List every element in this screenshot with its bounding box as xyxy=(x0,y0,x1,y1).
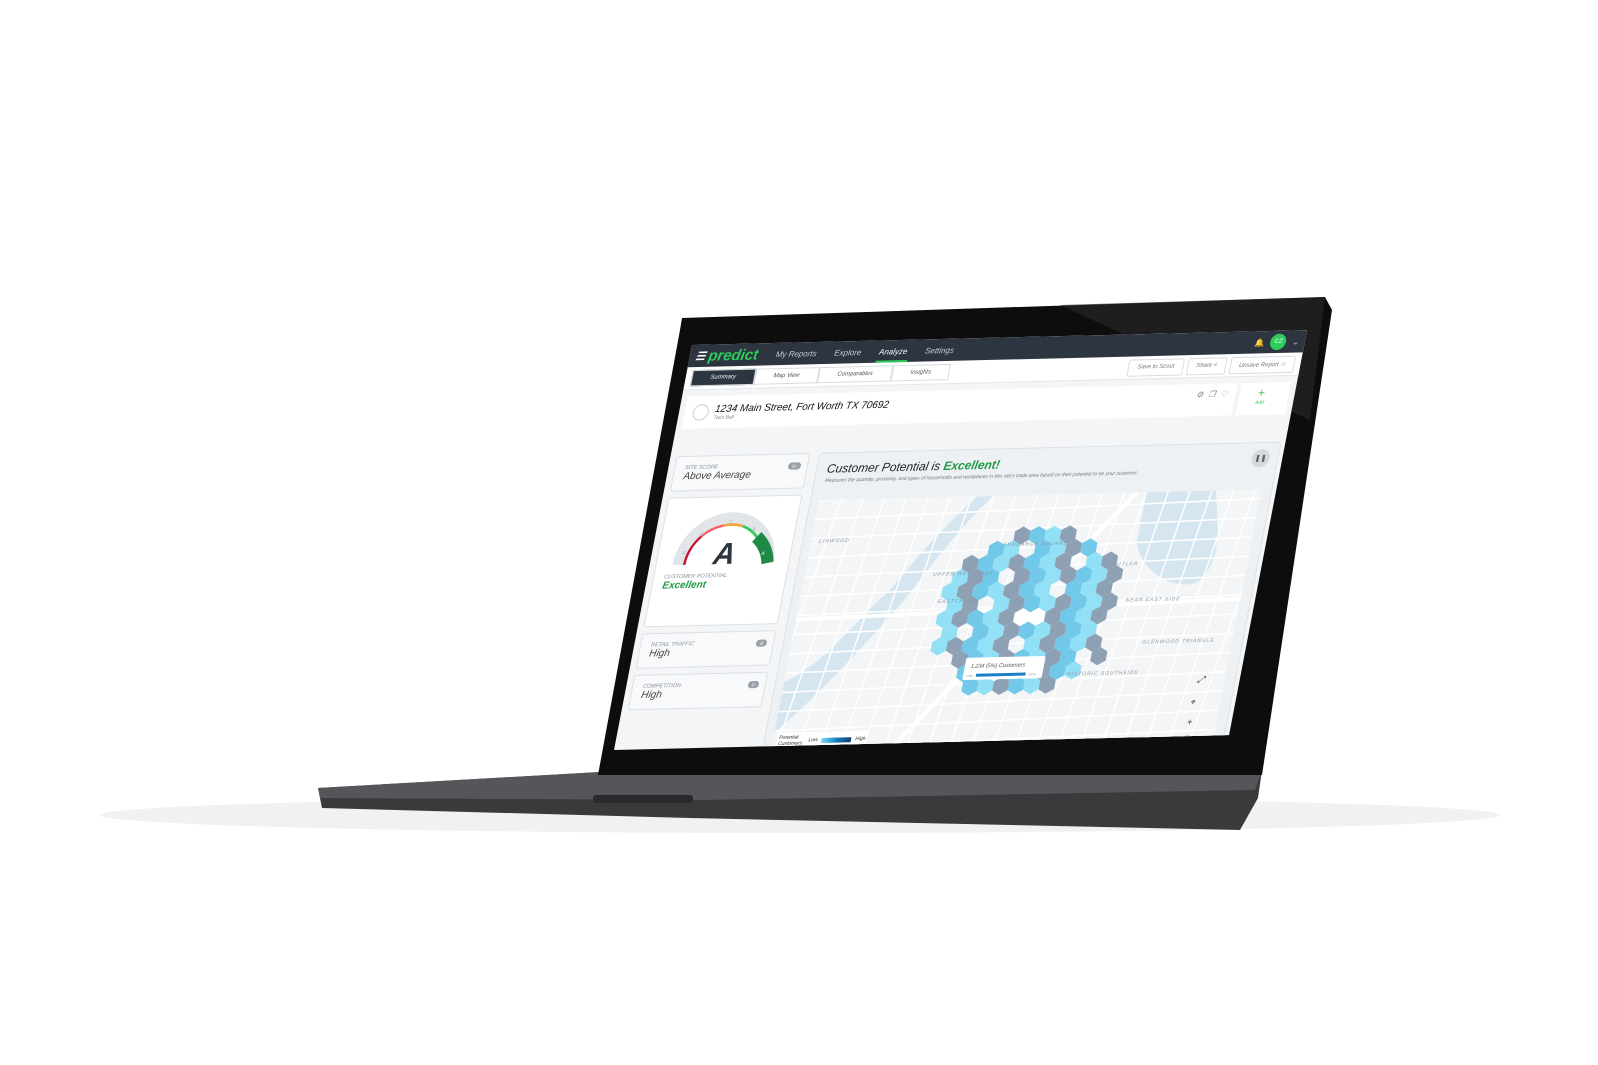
logo-text: predict xyxy=(706,345,760,365)
grade-badge: D xyxy=(747,680,760,689)
tab-map-view[interactable]: Map View xyxy=(753,367,820,385)
logo[interactable]: ☰ predict xyxy=(694,346,760,365)
save-to-scout-button[interactable]: Save to Scout xyxy=(1126,357,1185,377)
grade-gauge: F D C B A A xyxy=(672,512,775,571)
avatar[interactable]: CZ xyxy=(1268,333,1288,351)
nav-explore[interactable]: Explore xyxy=(834,347,863,357)
road xyxy=(774,709,1220,732)
grade-badge: B+ xyxy=(787,462,802,470)
address-bar: 1234 Main Street, Fort Worth TX 70692 Tac… xyxy=(681,381,1292,429)
tab-summary[interactable]: Summary xyxy=(689,368,757,387)
card-value: High xyxy=(640,689,663,701)
unsave-report-button[interactable]: Unsave Report ☆ xyxy=(1228,355,1297,374)
competition-card[interactable]: COMPETITION High D xyxy=(627,671,769,711)
locate-icon[interactable]: ⌖ xyxy=(1189,697,1197,707)
chevron-down-icon[interactable]: ⌄ xyxy=(1291,337,1299,346)
select-circle[interactable] xyxy=(691,404,711,421)
card-value: Above Average xyxy=(682,469,752,483)
map-area-label: GLENWOOD TRIANGLE xyxy=(1142,638,1216,646)
fullscreen-icon[interactable]: ⤢ xyxy=(1196,674,1207,684)
add-button[interactable]: + Add xyxy=(1230,382,1286,419)
menu-icon[interactable]: ☰ xyxy=(695,349,707,362)
nav-analyze[interactable]: Analyze xyxy=(878,346,908,356)
customer-potential-panel: Customer Potential is Excellent! Measure… xyxy=(729,441,1282,750)
heart-icon[interactable]: ♡ xyxy=(1220,389,1229,398)
map[interactable]: LINWOOD SUNDANCE SQUARE UPPER WEST SIDE BUT… xyxy=(729,478,1279,750)
map-area-label: BUTLER xyxy=(1112,561,1139,568)
bell-icon[interactable]: 🔔 xyxy=(1254,338,1266,347)
app-screen: ☰ predict My Reports Explore Analyze Sett… xyxy=(614,330,1308,750)
nav-settings[interactable]: Settings xyxy=(924,345,954,355)
grade-letter: A xyxy=(710,538,739,570)
map-area-label: EASTCHASE xyxy=(937,598,977,605)
tab-insights[interactable]: Insights xyxy=(889,363,952,382)
card-value: Excellent xyxy=(661,579,707,592)
gear-icon[interactable]: ⚙ xyxy=(1195,390,1204,399)
map-area-label: LINWOOD xyxy=(818,538,850,545)
retail-traffic-card[interactable]: RETAIL TRAFFIC High B xyxy=(635,630,777,669)
zoom-in-icon[interactable]: + xyxy=(1186,717,1193,727)
tab-comparables[interactable]: Comparables xyxy=(816,365,894,384)
customer-potential-card[interactable]: F D C B A A CUSTOMER POTENTIAL Excellent xyxy=(643,494,803,628)
plus-icon: + xyxy=(1256,385,1267,400)
share-button[interactable]: Share < xyxy=(1185,356,1228,375)
road xyxy=(778,690,1223,713)
card-value: High xyxy=(648,647,671,660)
add-label: Add xyxy=(1254,399,1265,406)
site-score-card[interactable]: SITE SCORE Above Average B+ xyxy=(669,452,811,492)
panel-title-emph: Excellent! xyxy=(942,457,1002,473)
nav-my-reports[interactable]: My Reports xyxy=(775,349,817,359)
copy-icon[interactable]: ❐ xyxy=(1208,390,1217,399)
grade-badge: B xyxy=(755,639,768,647)
